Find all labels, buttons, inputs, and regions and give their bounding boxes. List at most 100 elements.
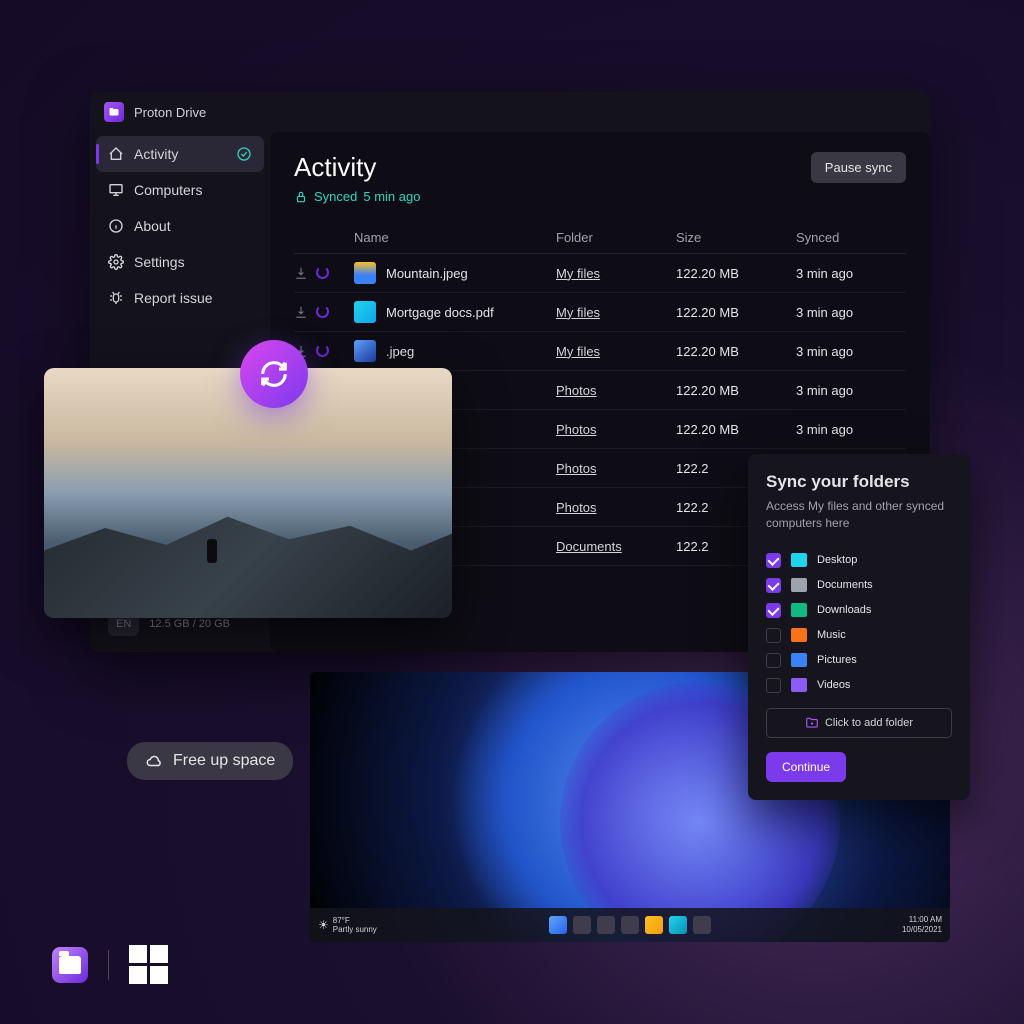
folder-label: Music: [817, 629, 846, 641]
folder-icon: [791, 603, 807, 617]
folder-icon: [791, 578, 807, 592]
folder-link[interactable]: Photos: [556, 383, 676, 398]
file-synced: 3 min ago: [796, 266, 906, 281]
folder-label: Videos: [817, 679, 850, 691]
table-row[interactable]: .jpeg My files 122.20 MB 3 min ago: [294, 332, 906, 371]
file-thumb-icon: [354, 262, 376, 284]
file-name: Mountain.jpeg: [386, 266, 468, 281]
sync-time-label: 5 min ago: [363, 189, 420, 204]
pause-sync-button[interactable]: Pause sync: [811, 152, 906, 183]
folder-link[interactable]: Documents: [556, 539, 676, 554]
file-synced: 3 min ago: [796, 422, 906, 437]
monitor-icon: [108, 182, 124, 198]
sync-bubble-icon: [240, 340, 308, 408]
taskbar-temp: 87°F: [333, 916, 377, 925]
table-row[interactable]: Mountain.jpeg My files 122.20 MB 3 min a…: [294, 254, 906, 293]
continue-button[interactable]: Continue: [766, 752, 846, 782]
folder-icon: [791, 553, 807, 567]
folder-option[interactable]: Pictures: [766, 648, 952, 673]
checkbox[interactable]: [766, 578, 781, 593]
col-synced: Synced: [796, 230, 906, 245]
free-up-space-button[interactable]: Free up space: [127, 742, 293, 780]
file-thumb-icon: [354, 340, 376, 362]
dialog-subtitle: Access My files and other synced compute…: [766, 498, 952, 532]
table-row[interactable]: Mortgage docs.pdf My files 122.20 MB 3 m…: [294, 293, 906, 332]
taskbar-app-icon[interactable]: [693, 916, 711, 934]
logo-divider: [108, 950, 109, 980]
cloud-icon: [145, 752, 163, 770]
file-size: 122.20 MB: [676, 383, 796, 398]
taskbar-taskview-icon[interactable]: [597, 916, 615, 934]
folder-option[interactable]: Music: [766, 623, 952, 648]
taskbar-explorer-icon[interactable]: [645, 916, 663, 934]
home-icon: [108, 146, 124, 162]
checkbox[interactable]: [766, 603, 781, 618]
sync-folders-dialog: Sync your folders Access My files and ot…: [748, 454, 970, 800]
sidebar-item-activity[interactable]: Activity: [96, 136, 264, 172]
check-circle-icon: [236, 146, 252, 162]
file-synced: 3 min ago: [796, 305, 906, 320]
checkbox[interactable]: [766, 628, 781, 643]
taskbar-weather[interactable]: ☀ 87°F Partly sunny: [318, 916, 377, 934]
sidebar-item-label: Report issue: [134, 290, 213, 306]
sync-spinner-icon: [316, 344, 329, 357]
storage-text: 12.5 GB / 20 GB: [149, 618, 230, 630]
folder-option[interactable]: Videos: [766, 673, 952, 698]
download-icon: [294, 305, 308, 319]
info-icon: [108, 218, 124, 234]
photo-preview: [44, 368, 452, 618]
taskbar-weather-label: Partly sunny: [333, 925, 377, 934]
sync-status-label: Synced: [314, 189, 357, 204]
checkbox[interactable]: [766, 553, 781, 568]
file-size: 122.20 MB: [676, 344, 796, 359]
folder-label: Documents: [817, 579, 873, 591]
folder-option[interactable]: Downloads: [766, 598, 952, 623]
file-thumb-icon: [354, 301, 376, 323]
checkbox[interactable]: [766, 678, 781, 693]
table-header: Name Folder Size Synced: [294, 222, 906, 254]
taskbar-clock[interactable]: 11:00 AM 10/05/2021: [902, 915, 942, 934]
folder-label: Downloads: [817, 604, 871, 616]
app-logo-icon: [104, 102, 124, 122]
folder-link[interactable]: Photos: [556, 422, 676, 437]
sidebar-item-label: Activity: [134, 146, 178, 162]
file-synced: 3 min ago: [796, 383, 906, 398]
download-icon: [294, 266, 308, 280]
taskbar: ☀ 87°F Partly sunny 11:00 AM 10/05/2021: [310, 908, 950, 942]
folder-link[interactable]: My files: [556, 266, 676, 281]
folder-icon: [791, 678, 807, 692]
folder-label: Pictures: [817, 654, 857, 666]
page-title: Activity: [294, 152, 376, 183]
free-up-space-label: Free up space: [173, 752, 275, 770]
col-size: Size: [676, 230, 796, 245]
gear-icon: [108, 254, 124, 270]
folder-link[interactable]: Photos: [556, 461, 676, 476]
folder-icon: [791, 653, 807, 667]
sidebar-item-report-issue[interactable]: Report issue: [96, 280, 264, 316]
taskbar-edge-icon[interactable]: [669, 916, 687, 934]
taskbar-time: 11:00 AM: [902, 915, 942, 925]
windows-logo-icon: [129, 945, 168, 984]
folder-link[interactable]: My files: [556, 305, 676, 320]
folder-link[interactable]: Photos: [556, 500, 676, 515]
sidebar-item-about[interactable]: About: [96, 208, 264, 244]
add-folder-label: Click to add folder: [825, 717, 913, 729]
sidebar-item-settings[interactable]: Settings: [96, 244, 264, 280]
sidebar-item-label: About: [134, 218, 171, 234]
taskbar-start-icon[interactable]: [549, 916, 567, 934]
bug-icon: [108, 290, 124, 306]
col-folder: Folder: [556, 230, 676, 245]
folder-option[interactable]: Documents: [766, 573, 952, 598]
folder-plus-icon: [805, 716, 819, 730]
taskbar-search-icon[interactable]: [573, 916, 591, 934]
taskbar-widgets-icon[interactable]: [621, 916, 639, 934]
footer-logos: [52, 945, 168, 984]
checkbox[interactable]: [766, 653, 781, 668]
folder-label: Desktop: [817, 554, 857, 566]
dialog-title: Sync your folders: [766, 472, 952, 492]
sidebar-item-computers[interactable]: Computers: [96, 172, 264, 208]
file-synced: 3 min ago: [796, 344, 906, 359]
add-folder-button[interactable]: Click to add folder: [766, 708, 952, 738]
folder-option[interactable]: Desktop: [766, 548, 952, 573]
folder-link[interactable]: My files: [556, 344, 676, 359]
